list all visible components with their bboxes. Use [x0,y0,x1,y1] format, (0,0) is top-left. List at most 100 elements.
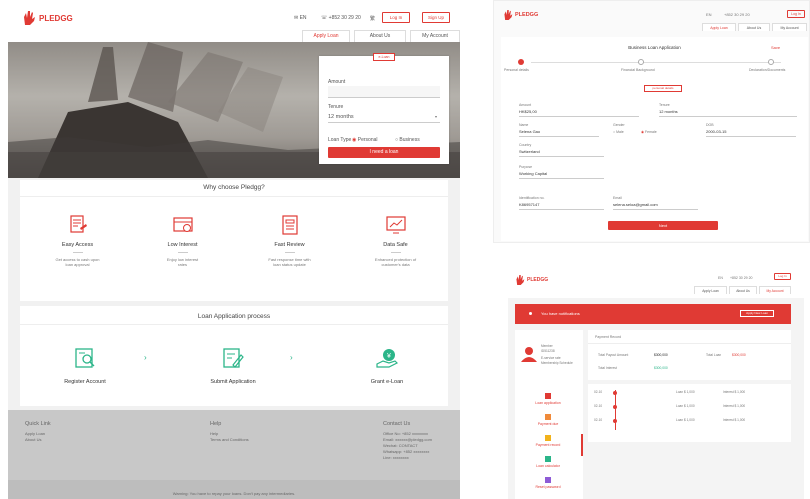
email-input[interactable]: selena.seloa@gmail.com [613,202,698,210]
amount-input[interactable] [328,86,440,98]
tab-about-us[interactable]: About Us [738,23,770,31]
footer-link[interactable]: Apply Loan [25,431,45,436]
user-avatar-icon [521,347,537,362]
phone-text: +852 30 29 20 [724,12,750,17]
footer-link[interactable]: Help [210,431,218,436]
tab-about-us[interactable]: About Us [354,30,406,42]
footer: Quick Link Apply Loan About Us Help Help… [8,410,460,499]
tenure-label: Tenure [328,104,344,110]
record-interest: Interest $ 1,000 [723,404,746,408]
calculator-icon [545,456,551,462]
menu-payment-due[interactable]: Payment due [515,414,581,426]
tab-about-us[interactable]: About Us [729,286,757,294]
logo[interactable]: PLEDGG [503,9,538,21]
lock-icon [545,477,551,483]
login-button[interactable]: Log In [787,10,805,18]
why-item-title: Easy Access [61,242,94,248]
hand-logo-icon [504,10,513,20]
footer-link[interactable]: Terms and Conditions [210,437,249,442]
timeline-dot [613,419,617,423]
phone-icon: ☏ [321,15,329,21]
radio-male[interactable]: ○ Male [613,130,624,134]
why-item-title: Fast Review [274,242,305,248]
tab-apply-loan[interactable]: Apply Loan [702,23,736,31]
signup-button[interactable]: Sign Up [422,12,450,23]
purpose-select[interactable]: Working Capital [519,171,604,179]
menu-label: Reset password [535,485,561,489]
tab-my-account[interactable]: My Account [772,23,807,31]
country-label: Country [519,143,532,147]
user-name: Member [541,344,553,348]
phone-text: +852 30 29 20 [730,276,753,280]
footer-contact-line: Line: xxxxxxxx [383,455,409,460]
tenure-select[interactable]: 12 months [659,109,797,117]
lang-label[interactable]: EN [718,276,723,280]
save-link[interactable]: Save [771,45,780,50]
loan-type-label: Loan Type [328,137,352,143]
radio-personal[interactable]: ◉ Personal [352,137,378,143]
dashboard-sidebar: Loan application Payment due Payment rec… [515,390,583,499]
logo[interactable]: PLEDGG [515,274,548,286]
menu-label: Loan application [535,401,561,405]
amount-label: Amount [519,103,532,107]
logo[interactable]: PLEDGG [22,10,73,26]
payment-title: Payment Record [595,335,622,339]
card-icon [172,217,193,232]
process-title: Loan Application process [197,313,271,320]
menu-reset-password[interactable]: Reset password [515,477,581,489]
name-label: Name [519,123,529,127]
login-button[interactable]: Log In [774,273,791,280]
tab-my-account[interactable]: My Account [410,30,460,42]
why-item-desc: customer's data [381,262,410,267]
radio-business[interactable]: ○ Business [395,137,420,143]
menu-loan-application[interactable]: Loan application [515,393,581,405]
chevron-down-icon: ▾ [434,114,437,119]
id-input[interactable]: K86957147 [519,202,604,210]
country-select[interactable]: Switzerland [519,149,604,157]
process-step-label: Submit Application [210,379,256,385]
lang-toggle[interactable]: 繁 [370,15,375,22]
tab-my-account[interactable]: My Account [759,286,791,294]
radio-female[interactable]: ◉ Female [641,130,657,134]
why-item-desc: loan status update [273,262,306,267]
why-items: Easy Access Get access to cash upon loan… [20,214,448,294]
dob-input[interactable]: 2000-03-15 [706,129,796,137]
document-icon [69,215,87,233]
next-button[interactable]: Next [608,221,718,230]
tenure-select[interactable]: 12 months ▾ [328,111,440,123]
amount-input[interactable]: HK$25,00 [519,109,639,117]
radio-business-label: Business [399,137,420,143]
record-date: 02-10 [594,404,603,408]
total-loan-value: $300,000 [732,353,746,357]
tab-apply-loan[interactable]: Apply Loan [694,286,727,294]
why-title: Why choose Pledgg? [203,184,265,191]
tab-apply-loan[interactable]: Apply Loan [302,30,350,42]
login-button[interactable]: Log In [382,12,410,23]
apply-new-loan-button[interactable]: Apply New Loan [740,310,774,317]
svg-text:¥: ¥ [387,353,391,360]
user-role: Membership Schedule [541,361,573,365]
process-step-label: Register Account [64,379,106,385]
brand-name: PLEDGG [527,277,549,283]
why-item-title: Data Safe [383,242,408,248]
lang-selector[interactable]: ✉ EN [294,15,307,21]
process-step: Submit Application [188,346,278,385]
menu-payment-record[interactable]: Payment record [515,435,581,447]
bell-icon [529,312,532,315]
footer-link[interactable]: About Us [25,437,41,442]
record-loan: Loan $ 1,000 [676,390,695,394]
name-input[interactable]: Selena Gao [519,129,599,137]
record-loan: Loan $ 1,000 [676,404,695,408]
footer-contact-line: Whatsapp: +852 xxxxxxxx [383,449,430,454]
step-label: Declaration/Documents [749,68,786,72]
lang-label[interactable]: EN [706,12,712,17]
menu-loan-calculator[interactable]: Loan calculator [515,456,581,468]
process-step: ¥ Grant e-Loan [342,346,432,385]
why-item-title: Low Interest [167,242,198,248]
radio-male-label: Male [616,130,624,134]
tenure-label: Tenure [659,103,670,107]
total-payout-value: $300,000 [654,353,668,357]
section-chip: personal details [644,85,682,92]
need-loan-button[interactable]: I need a loan [328,147,440,158]
menu-label: Loan calculator [536,464,560,468]
